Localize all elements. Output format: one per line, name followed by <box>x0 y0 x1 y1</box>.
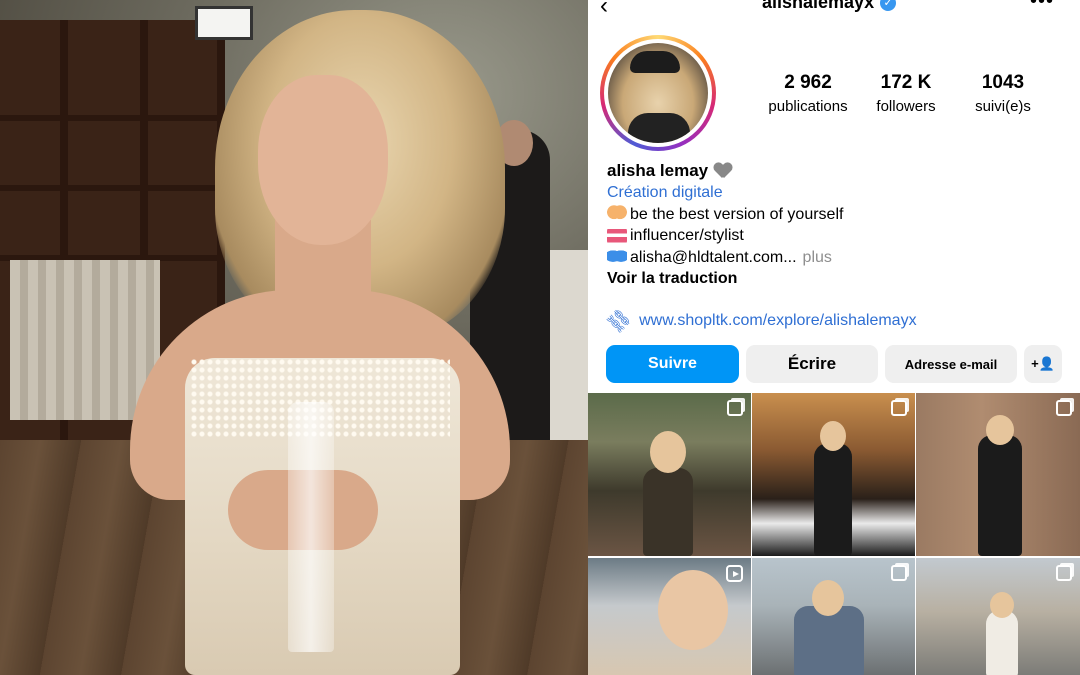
profile-header: alishalemayx ✓ <box>762 0 897 13</box>
bio-line: be the best version of yourself <box>607 204 1067 226</box>
stat-following[interactable]: 1043 suivi(e)s <box>955 72 1051 115</box>
grey-heart-icon <box>714 163 732 179</box>
stat-label: publications <box>768 98 848 115</box>
posts-grid <box>588 393 1080 675</box>
follow-button[interactable]: Suivre <box>606 345 739 383</box>
profile-name: alisha lemay <box>607 161 709 181</box>
profile-actions: Suivre Écrire Adresse e-mail +👤 <box>606 345 1062 383</box>
top-bar: ‹ alishalemayx ✓ ••• <box>588 0 1080 20</box>
carousel-icon <box>1056 400 1072 416</box>
profile-link-text[interactable]: www.shopltk.com/explore/alishalemayx <box>639 312 916 330</box>
stat-label: suivi(e)s <box>975 98 1031 115</box>
email-button[interactable]: Adresse e-mail <box>885 345 1017 383</box>
stat-followers[interactable]: 172 K followers <box>860 72 952 115</box>
reel-icon <box>726 565 743 582</box>
carousel-icon <box>891 565 907 581</box>
profile-name-row: alisha lemay <box>607 160 1067 182</box>
stat-value: 2 962 <box>784 72 832 93</box>
carousel-icon <box>727 400 743 416</box>
profile-category[interactable]: Création digitale <box>607 182 1067 204</box>
see-translation-link[interactable]: Voir la traduction <box>607 268 1067 290</box>
stat-publications[interactable]: 2 962 publications <box>758 72 858 115</box>
butterfly-icon <box>607 248 627 267</box>
stat-value: 172 K <box>880 72 932 93</box>
verified-badge-icon: ✓ <box>880 0 897 11</box>
stat-label: followers <box>876 98 936 115</box>
profile-bio: alisha lemay Création digitale be the be… <box>607 160 1067 290</box>
avatar[interactable] <box>608 43 708 143</box>
message-button[interactable]: Écrire <box>746 345 878 383</box>
profile-handle: alishalemayx <box>762 0 875 12</box>
bio-text: alisha@hldtalent.com... <box>630 248 797 266</box>
bio-text: influencer/stylist <box>630 227 744 244</box>
bio-line: alisha@hldtalent.com... plus <box>607 247 1067 269</box>
featured-photo <box>0 0 588 675</box>
post-tile[interactable] <box>588 393 751 556</box>
carousel-icon <box>1056 565 1072 581</box>
story-ring[interactable] <box>600 35 716 151</box>
post-tile[interactable] <box>752 393 915 556</box>
curtain <box>10 260 160 420</box>
stat-value: 1043 <box>981 72 1025 93</box>
bio-line: influencer/stylist <box>607 225 1067 247</box>
bikini-icon <box>607 226 627 245</box>
studio-light <box>195 6 253 40</box>
back-arrow-icon[interactable]: ‹ <box>600 0 608 18</box>
bio-more-link[interactable]: plus <box>803 247 832 269</box>
champagne-glass <box>288 402 334 652</box>
link-icon: ⛓ <box>603 305 636 338</box>
post-tile[interactable] <box>916 393 1080 556</box>
post-tile[interactable] <box>916 558 1080 675</box>
add-user-icon[interactable]: +👤 <box>1024 345 1062 383</box>
profile-panel: ‹ alishalemayx ✓ ••• 2 962 publications … <box>588 0 1080 675</box>
profile-link[interactable]: ⛓ www.shopltk.com/explore/alishalemayx <box>603 305 916 337</box>
hands-heart-icon <box>607 205 627 224</box>
bio-text: be the best version of yourself <box>630 205 844 223</box>
post-tile[interactable] <box>588 558 751 675</box>
woman-face <box>258 75 388 245</box>
post-tile[interactable] <box>752 558 915 675</box>
profile-stats: 2 962 publications 172 K followers 1043 … <box>758 72 1051 115</box>
more-options-icon[interactable]: ••• <box>1030 0 1054 13</box>
carousel-icon <box>891 400 907 416</box>
